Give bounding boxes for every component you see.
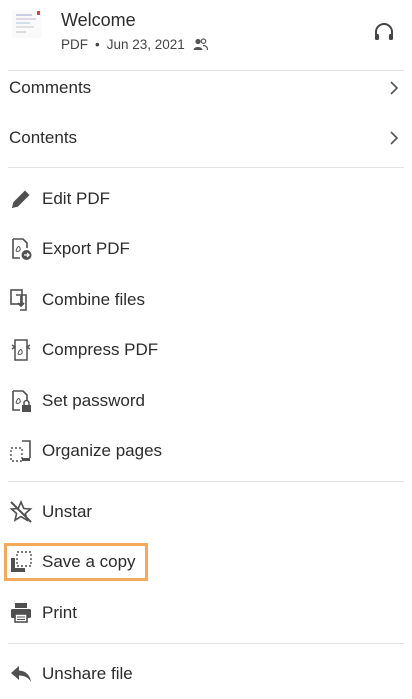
export-pdf-item[interactable]: Export PDF [0,224,412,274]
compress-pdf-icon [8,337,34,363]
headphones-icon[interactable] [373,21,395,43]
chevron-right-icon [388,80,400,96]
meta-separator: • [95,37,100,52]
contents-label: Contents [9,128,78,147]
edit-pdf-label: Edit PDF [42,189,111,208]
document-date: Jun 23, 2021 [106,37,185,52]
combine-files-item[interactable]: Combine files [0,275,412,325]
unshare-file-label: Unshare file [42,664,133,683]
printer-icon [8,600,34,626]
pencil-icon [8,186,34,212]
unstar-icon [8,499,34,525]
contents-row[interactable]: Contents [0,113,412,163]
organize-pages-label: Organize pages [42,441,163,460]
document-meta: PDF • Jun 23, 2021 [61,37,208,52]
compress-pdf-item[interactable]: Compress PDF [0,325,412,375]
chevron-right-icon [388,130,400,146]
save-a-copy-highlight [4,543,148,581]
document-title: Welcome [61,10,136,30]
divider [8,167,404,168]
lock-file-icon [8,388,34,414]
organize-pages-icon [8,438,34,464]
file-header: Welcome PDF • Jun 23, 2021 [0,0,412,70]
comments-label: Comments [9,78,92,97]
edit-pdf-item[interactable]: Edit PDF [0,174,412,224]
file-type: PDF [61,37,88,52]
unshare-icon [8,661,34,687]
print-label: Print [42,603,77,622]
combine-files-label: Combine files [42,290,145,309]
combine-files-icon [8,287,34,313]
unstar-label: Unstar [42,502,93,521]
set-password-item[interactable]: Set password [0,376,412,426]
divider [8,643,404,644]
unshare-file-item[interactable]: Unshare file [0,649,412,699]
print-item[interactable]: Print [0,588,412,638]
export-pdf-icon [8,236,34,262]
divider [8,481,404,482]
file-thumbnail[interactable] [12,10,42,38]
set-password-label: Set password [42,391,145,410]
compress-pdf-label: Compress PDF [42,340,159,359]
comments-row[interactable]: Comments [0,63,412,113]
unstar-item[interactable]: Unstar [0,487,412,537]
shared-people-icon [193,38,208,51]
export-pdf-label: Export PDF [42,239,130,258]
organize-pages-item[interactable]: Organize pages [0,426,412,476]
